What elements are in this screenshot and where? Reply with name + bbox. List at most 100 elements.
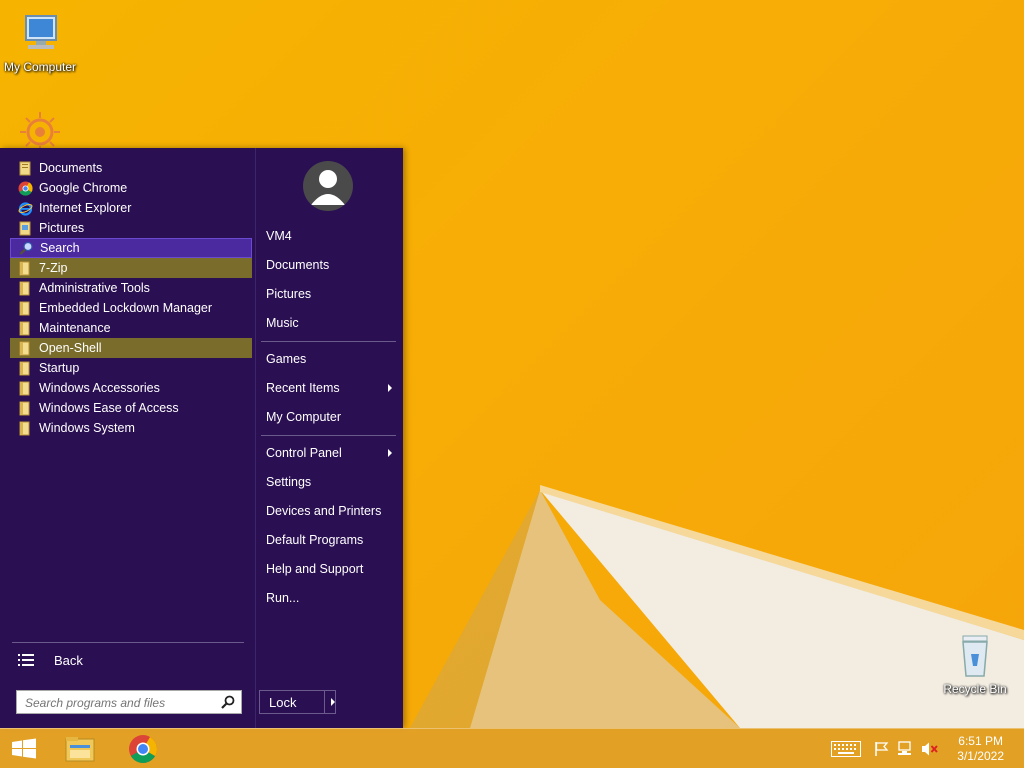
desktop-icon-my-computer[interactable]: My Computer — [0, 10, 80, 74]
program-item[interactable]: Maintenance — [10, 318, 252, 338]
folder-icon — [19, 421, 30, 435]
lock-button[interactable]: Lock — [259, 690, 336, 714]
lock-options-arrow-icon[interactable] — [331, 698, 335, 706]
folder-icon — [19, 281, 30, 295]
submenu-arrow-icon — [388, 449, 392, 457]
search-box[interactable] — [16, 690, 242, 714]
clock[interactable]: 6:51 PM 3/1/2022 — [957, 734, 1004, 764]
list-icon — [18, 654, 34, 666]
folder-icon — [19, 261, 30, 275]
program-item[interactable]: Administrative Tools — [10, 278, 252, 298]
program-item-label: Windows Ease of Access — [39, 401, 179, 415]
program-item-label: Pictures — [39, 221, 85, 235]
place-item-label: Music — [266, 316, 299, 330]
program-item[interactable]: Internet Explorer — [10, 198, 252, 218]
place-item-label: VM4 — [266, 229, 292, 243]
divider — [324, 691, 325, 713]
search-input[interactable] — [23, 694, 217, 712]
recycle-bin-icon — [962, 635, 988, 677]
place-item[interactable]: My Computer — [266, 406, 398, 428]
place-item[interactable]: Documents — [266, 254, 398, 276]
place-item[interactable]: Run... — [266, 587, 398, 609]
place-item-label: Documents — [266, 258, 330, 272]
program-item-label: Startup — [39, 361, 80, 375]
program-item-label: Maintenance — [39, 321, 111, 335]
place-item[interactable]: Control Panel — [266, 442, 398, 464]
program-item-label: Google Chrome — [39, 181, 128, 195]
program-item[interactable]: 7-Zip — [10, 258, 252, 278]
network-icon[interactable] — [897, 741, 915, 757]
place-item[interactable]: Games — [266, 348, 398, 370]
submenu-arrow-icon — [388, 384, 392, 392]
back-button[interactable]: Back — [18, 650, 83, 670]
program-item-label: 7-Zip — [39, 261, 68, 275]
place-item-label: Settings — [266, 475, 312, 489]
place-item[interactable]: Settings — [266, 471, 398, 493]
program-item-label: Open-Shell — [39, 341, 102, 355]
place-item[interactable]: Help and Support — [266, 558, 398, 580]
search-icon — [19, 241, 33, 255]
place-item[interactable]: Devices and Printers — [266, 500, 398, 522]
place-item-label: Default Programs — [266, 533, 364, 547]
program-item[interactable]: Windows Ease of Access — [10, 398, 252, 418]
divider — [261, 341, 396, 342]
place-item-label: My Computer — [266, 410, 342, 424]
place-item[interactable]: Music — [266, 312, 398, 334]
program-item-label: Documents — [39, 161, 103, 175]
program-item[interactable]: Documents — [10, 158, 252, 178]
program-item[interactable]: Windows Accessories — [10, 378, 252, 398]
program-item-label: Windows System — [39, 421, 135, 435]
place-item[interactable]: Recent Items — [266, 377, 398, 399]
desktop-icon-label: My Computer — [3, 60, 77, 74]
place-item-label: Games — [266, 352, 307, 366]
program-item[interactable]: Search — [10, 238, 252, 258]
keyboard-icon[interactable] — [831, 741, 861, 757]
program-item-label: Internet Explorer — [39, 201, 132, 215]
volume-muted-icon[interactable] — [921, 741, 939, 757]
program-item-label: Windows Accessories — [39, 381, 160, 395]
folder-icon — [19, 321, 30, 335]
flag-icon[interactable] — [874, 741, 890, 757]
program-item[interactable]: Google Chrome — [10, 178, 252, 198]
clock-date: 3/1/2022 — [957, 749, 1004, 763]
place-item-label: Help and Support — [266, 562, 364, 576]
lock-label: Lock — [269, 694, 297, 710]
documents-icon — [19, 161, 31, 175]
program-item-label: Search — [40, 241, 80, 255]
file-explorer-icon[interactable] — [60, 733, 100, 765]
clock-time: 6:51 PM — [958, 734, 1003, 748]
folder-icon — [19, 401, 30, 415]
divider — [12, 642, 244, 643]
back-label: Back — [54, 652, 83, 668]
avatar[interactable] — [303, 161, 353, 211]
place-item-label: Devices and Printers — [266, 504, 382, 518]
program-item[interactable]: Startup — [10, 358, 252, 378]
desktop-icon-recycle-bin[interactable]: Recycle Bin — [935, 632, 1015, 696]
program-item-label: Administrative Tools — [39, 281, 150, 295]
pictures-icon — [19, 221, 31, 235]
divider — [261, 435, 396, 436]
folder-icon — [19, 361, 30, 375]
start-menu-programs-column: Documents Google Chrome Internet Explorer P… — [0, 148, 255, 728]
place-item-label: Pictures — [266, 287, 312, 301]
taskbar: 6:51 PM 3/1/2022 — [0, 728, 1024, 768]
program-item-label: Embedded Lockdown Manager — [39, 301, 213, 315]
program-item[interactable]: Pictures — [10, 218, 252, 238]
desktop-icon-label: Recycle Bin — [943, 682, 1007, 696]
place-item[interactable]: Pictures — [266, 283, 398, 305]
computer-icon — [25, 15, 57, 49]
folder-icon — [19, 301, 30, 315]
place-item[interactable]: Default Programs — [266, 529, 398, 551]
chrome-icon[interactable] — [123, 733, 163, 765]
internet-explorer-icon — [18, 201, 33, 216]
place-item[interactable]: VM4 — [266, 225, 398, 247]
program-item[interactable]: Windows System — [10, 418, 252, 438]
user-icon — [311, 170, 345, 205]
program-item[interactable]: Open-Shell — [10, 338, 252, 358]
place-item-label: Run... — [266, 591, 300, 605]
search-icon[interactable] — [221, 695, 235, 709]
windows-start-icon[interactable] — [4, 733, 44, 765]
program-item[interactable]: Embedded Lockdown Manager — [10, 298, 252, 318]
chrome-icon — [18, 181, 33, 196]
folder-icon — [19, 381, 30, 395]
